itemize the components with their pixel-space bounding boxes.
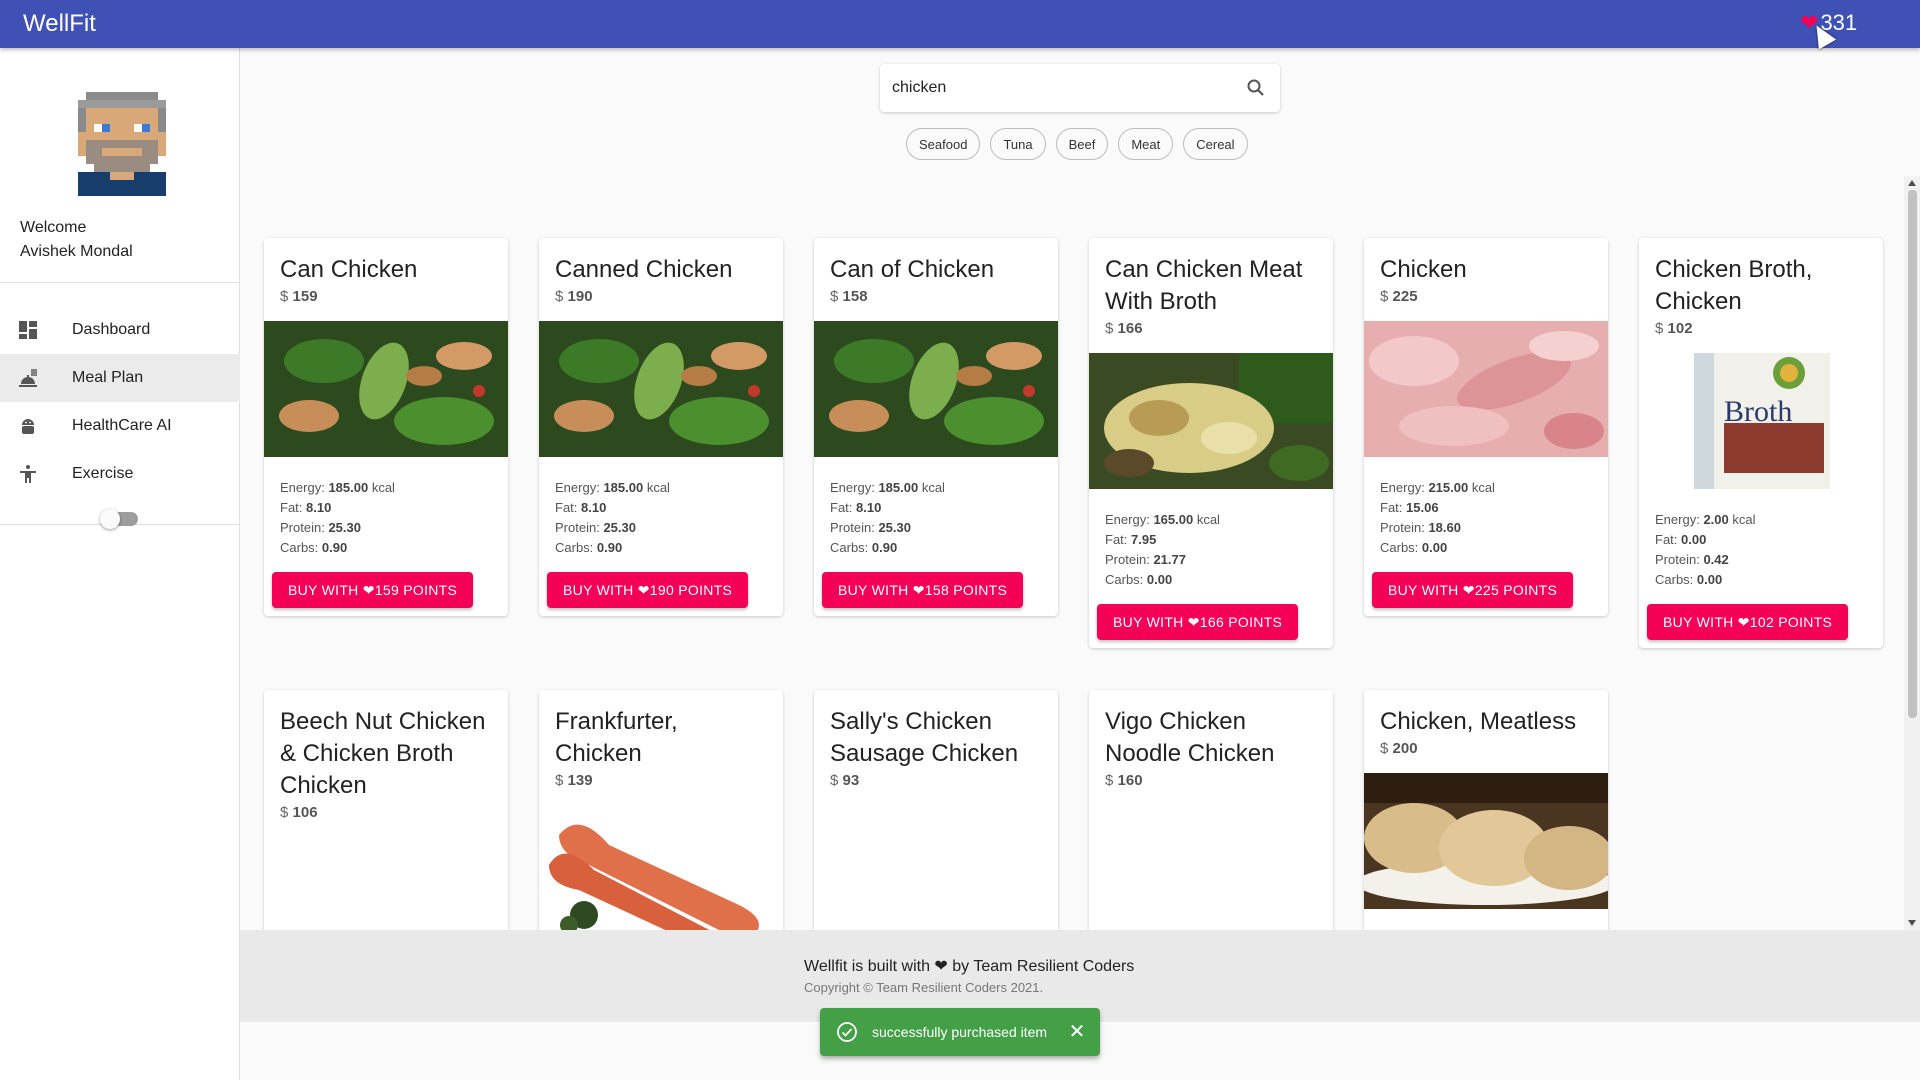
check-circle-icon bbox=[837, 1022, 857, 1042]
nutrition-info: Energy: 165.00 kcal Fat: 7.95 Protein: 2… bbox=[1105, 512, 1220, 587]
product-image bbox=[539, 321, 783, 457]
product-card: Canned Chicken $ 190 Energy: 185.00 kcal… bbox=[539, 238, 783, 616]
sidebar-item-label: HealthCare AI bbox=[72, 417, 172, 434]
search-icon[interactable] bbox=[1232, 78, 1280, 98]
nutrition-info: Energy: 2.00 kcal Fat: 0.00 Protein: 0.4… bbox=[1655, 512, 1756, 587]
theme-toggle[interactable] bbox=[100, 509, 138, 529]
meal-plan-icon bbox=[16, 366, 40, 390]
product-card: Frankfurter, Chicken $ 139 bbox=[539, 690, 783, 930]
product-price: $ 159 bbox=[280, 288, 318, 305]
chip-meat[interactable]: Meat bbox=[1118, 128, 1174, 160]
buy-button[interactable]: BUY WITH ❤190 POINTS bbox=[547, 572, 749, 608]
product-title: Sally's Chicken Sausage Chicken bbox=[830, 708, 1019, 767]
scroll-thumb[interactable] bbox=[1908, 190, 1917, 718]
product-title: Canned Chicken bbox=[555, 256, 733, 283]
svg-text:Broth: Broth bbox=[1724, 395, 1792, 428]
footer-credit: Wellfit is built with ❤ by Team Resilien… bbox=[804, 958, 1135, 975]
buy-button[interactable]: BUY WITH ❤225 POINTS bbox=[1372, 572, 1574, 608]
avatar bbox=[78, 92, 166, 196]
app-title: WellFit bbox=[23, 10, 96, 37]
scrollbar[interactable] bbox=[1904, 176, 1920, 930]
product-image bbox=[814, 321, 1058, 457]
product-image bbox=[1089, 353, 1333, 489]
product-price: $ 158 bbox=[830, 288, 868, 305]
product-price: $ 106 bbox=[280, 804, 318, 821]
chip-beef[interactable]: Beef bbox=[1055, 128, 1109, 160]
scroll-up-icon[interactable] bbox=[1908, 180, 1916, 186]
search-input[interactable]: chicken bbox=[892, 79, 1232, 97]
product-card: Chicken, Meatless $ 200 bbox=[1364, 690, 1608, 930]
product-price: $ 200 bbox=[1380, 740, 1418, 757]
android-icon bbox=[16, 414, 40, 438]
sidebar-item-exercise[interactable]: Exercise bbox=[0, 450, 240, 498]
product-grid: Can Chicken $ 159 Energy: 185.00 kcal Fa… bbox=[240, 176, 1904, 930]
product-card: Can of Chicken $ 158 Energy: 185.00 kcal… bbox=[814, 238, 1058, 616]
scroll-down-icon[interactable] bbox=[1908, 920, 1916, 926]
chip-tuna[interactable]: Tuna bbox=[990, 128, 1046, 160]
product-price: $ 93 bbox=[830, 772, 860, 789]
sidebar-item-dashboard[interactable]: Dashboard bbox=[0, 306, 240, 354]
product-image bbox=[539, 805, 783, 930]
nutrition-info: Energy: 185.00 kcal Fat: 8.10 Protein: 2… bbox=[555, 480, 670, 555]
buy-button[interactable]: BUY WITH ❤166 POINTS bbox=[1097, 604, 1299, 640]
product-price: $ 190 bbox=[555, 288, 593, 305]
product-title: Frankfurter, Chicken bbox=[555, 708, 678, 767]
product-price: $ 160 bbox=[1105, 772, 1143, 789]
buy-button[interactable]: BUY WITH ❤102 POINTS bbox=[1647, 604, 1849, 640]
product-image bbox=[264, 321, 508, 457]
product-title: Can Chicken Meat With Broth bbox=[1105, 256, 1303, 315]
product-title: Beech Nut Chicken & Chicken Broth Chicke… bbox=[280, 708, 486, 799]
product-title: Vigo Chicken Noodle Chicken bbox=[1105, 708, 1275, 767]
product-title: Chicken, Meatless bbox=[1380, 708, 1577, 735]
product-card: Beech Nut Chicken & Chicken Broth Chicke… bbox=[264, 690, 508, 930]
product-card: Vigo Chicken Noodle Chicken $ 160 bbox=[1089, 690, 1333, 930]
product-title: Chicken bbox=[1380, 256, 1467, 283]
product-image: Broth bbox=[1639, 353, 1883, 489]
nutrition-info: Energy: 185.00 kcal Fat: 8.10 Protein: 2… bbox=[280, 480, 395, 555]
product-title: Chicken Broth, Chicken bbox=[1655, 256, 1813, 315]
buy-button[interactable]: BUY WITH ❤158 POINTS bbox=[822, 572, 1024, 608]
welcome-label: Welcome bbox=[20, 219, 87, 236]
sidebar: Welcome Avishek Mondal Dashboard Meal Pl… bbox=[0, 48, 240, 1080]
product-card: Chicken Broth, Chicken $ 102 Broth Energ… bbox=[1639, 238, 1883, 648]
product-price: $ 225 bbox=[1380, 288, 1418, 305]
divider bbox=[0, 282, 240, 283]
close-icon[interactable]: ✕ bbox=[1066, 1021, 1088, 1043]
product-card: Chicken $ 225 Energy: 215.00 kcal Fat: 1… bbox=[1364, 238, 1608, 616]
success-snackbar: successfully purchased item ✕ bbox=[820, 1008, 1100, 1056]
heart-icon: ❤ bbox=[934, 958, 948, 975]
product-price: $ 166 bbox=[1105, 320, 1143, 337]
chip-seafood[interactable]: Seafood bbox=[906, 128, 981, 160]
category-chips: Seafood Tuna Beef Meat Cereal bbox=[906, 128, 1248, 160]
product-image bbox=[1364, 773, 1608, 909]
product-price: $ 102 bbox=[1655, 320, 1693, 337]
sidebar-item-meal-plan[interactable]: Meal Plan bbox=[0, 354, 240, 402]
sidebar-item-healthcare-ai[interactable]: HealthCare AI bbox=[0, 402, 240, 450]
product-title: Can Chicken bbox=[280, 256, 418, 283]
sidebar-item-label: Dashboard bbox=[72, 321, 151, 338]
welcome-text: Welcome Avishek Mondal bbox=[20, 216, 133, 264]
dashboard-icon bbox=[16, 318, 40, 342]
product-price: $ 139 bbox=[555, 772, 593, 789]
nutrition-info: Energy: 185.00 kcal Fat: 8.10 Protein: 2… bbox=[830, 480, 945, 555]
sidebar-item-label: Exercise bbox=[72, 465, 134, 482]
footer-copyright: Copyright © Team Resilient Coders 2021. bbox=[804, 980, 1044, 995]
nutrition-info: Energy: 215.00 kcal Fat: 15.06 Protein: … bbox=[1380, 480, 1495, 555]
app-bar: WellFit ❤ 331 bbox=[0, 0, 1920, 48]
search-bar[interactable]: chicken bbox=[880, 64, 1280, 112]
chip-cereal[interactable]: Cereal bbox=[1183, 128, 1248, 160]
user-name: Avishek Mondal bbox=[20, 243, 133, 260]
product-title: Can of Chicken bbox=[830, 256, 995, 283]
product-image bbox=[1364, 321, 1608, 457]
snackbar-message: successfully purchased item bbox=[872, 1024, 1048, 1040]
buy-button[interactable]: BUY WITH ❤159 POINTS bbox=[272, 572, 474, 608]
product-card: Sally's Chicken Sausage Chicken $ 93 bbox=[814, 690, 1058, 930]
accessibility-icon bbox=[16, 462, 40, 486]
product-card: Can Chicken $ 159 Energy: 185.00 kcal Fa… bbox=[264, 238, 508, 616]
product-card: Can Chicken Meat With Broth $ 166 Energy… bbox=[1089, 238, 1333, 648]
sidebar-item-label: Meal Plan bbox=[72, 369, 144, 386]
